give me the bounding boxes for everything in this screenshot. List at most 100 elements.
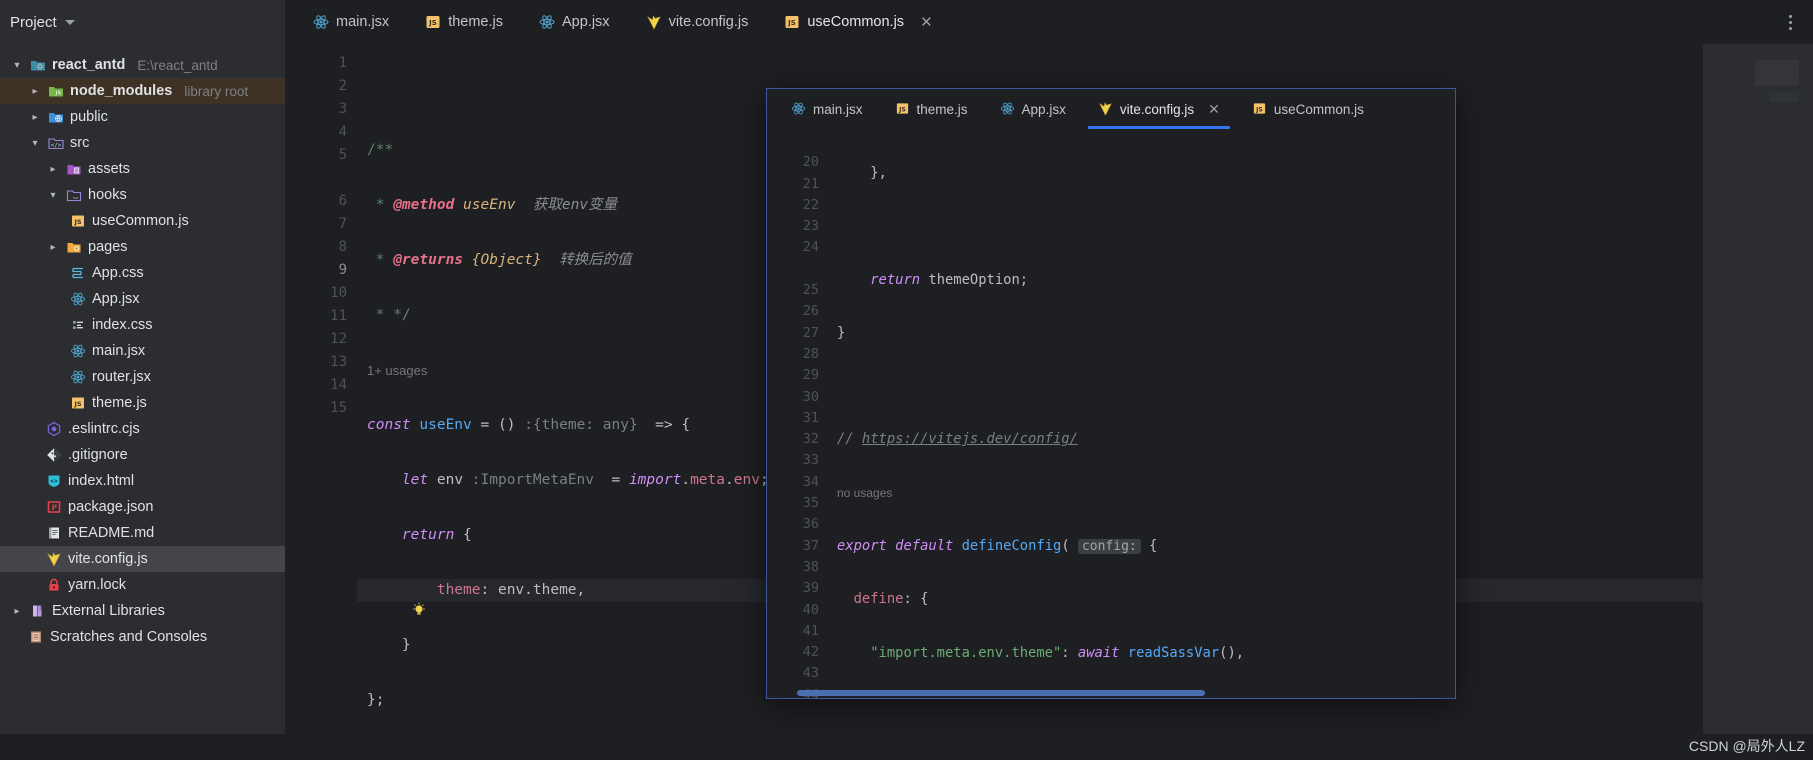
tree-item-label: public bbox=[70, 109, 108, 125]
tree-item-yarn-lock[interactable]: yarn.lock bbox=[0, 572, 285, 598]
project-tree[interactable]: ▾ react_antd E:\react_antd ▸ JS node_mod… bbox=[0, 44, 285, 760]
tab-vite-config-js[interactable]: vite.config.js bbox=[628, 0, 767, 44]
close-icon[interactable]: ✕ bbox=[920, 15, 933, 30]
more-options-icon[interactable] bbox=[1775, 14, 1805, 30]
js-icon: JS bbox=[425, 14, 441, 30]
tree-item-eslintrc-cjs[interactable]: .eslintrc.cjs bbox=[0, 416, 285, 442]
chevron-right-icon[interactable]: ▸ bbox=[46, 242, 60, 253]
chevron-right-icon[interactable]: ▸ bbox=[46, 164, 60, 175]
tree-item-main-jsx[interactable]: main.jsx bbox=[0, 338, 285, 364]
line-number: 39 bbox=[802, 580, 819, 597]
chevron-right-icon[interactable]: ▸ bbox=[28, 112, 42, 123]
tree-item-label: node_modules bbox=[70, 83, 173, 99]
tree-item-node_modules[interactable]: ▸ JS node_modules library root bbox=[0, 78, 285, 104]
tree-item-public[interactable]: ▸ public bbox=[0, 104, 285, 130]
line-number: 23 bbox=[802, 218, 819, 235]
tab-app-jsx[interactable]: App.jsx bbox=[521, 0, 628, 44]
react-icon bbox=[539, 14, 555, 30]
svg-text:JS: JS bbox=[1255, 106, 1263, 113]
svg-text:JS: JS bbox=[898, 106, 906, 113]
line-number: 33 bbox=[802, 452, 819, 469]
tree-item-theme-js[interactable]: JS theme.js bbox=[0, 390, 285, 416]
tree-item-index-css[interactable]: index.css bbox=[0, 312, 285, 338]
line-number: 26 bbox=[802, 303, 819, 320]
line-number: 1 bbox=[338, 55, 347, 71]
src-folder-icon: </> bbox=[48, 135, 64, 151]
tree-item-src[interactable]: ▾ </> src bbox=[0, 130, 285, 156]
popup-tab-label: useCommon.js bbox=[1273, 101, 1364, 117]
popup-tab-vite-config-js[interactable]: vite.config.js ✕ bbox=[1082, 89, 1236, 129]
tree-item-useCommon-js[interactable]: JS useCommon.js bbox=[0, 208, 285, 234]
tree-item-gitignore[interactable]: .gitignore bbox=[0, 442, 285, 468]
tree-item-hooks[interactable]: ▾ hooks bbox=[0, 182, 285, 208]
line-number: 6 bbox=[338, 193, 347, 209]
popup-gutter[interactable]: 20 21 22 23 24 25 26 27 28 29 30 31 32 3… bbox=[767, 129, 829, 698]
project-tool-window-header[interactable]: Project bbox=[0, 0, 285, 44]
line-number: 2 bbox=[338, 78, 347, 94]
chevron-down-icon[interactable]: ▾ bbox=[10, 60, 24, 71]
css-icon bbox=[70, 265, 86, 281]
tree-item-readme-md[interactable]: README.md bbox=[0, 520, 285, 546]
popup-tab-main-jsx[interactable]: main.jsx bbox=[775, 89, 879, 129]
popup-tab-app-jsx[interactable]: App.jsx bbox=[984, 89, 1082, 129]
tree-item-assets[interactable]: ▸ assets bbox=[0, 156, 285, 182]
tab-usecommon-js[interactable]: JS useCommon.js ✕ bbox=[766, 0, 950, 44]
code-line: export default defineConfig( config: { bbox=[837, 538, 1158, 555]
tab-main-jsx[interactable]: main.jsx bbox=[295, 0, 407, 44]
line-number: 41 bbox=[802, 622, 819, 639]
tree-item-label: vite.config.js bbox=[68, 551, 148, 567]
tree-item-router-jsx[interactable]: router.jsx bbox=[0, 364, 285, 390]
popup-tab-theme-js[interactable]: JS theme.js bbox=[879, 89, 984, 129]
react-icon bbox=[1000, 101, 1016, 117]
tree-item-label: index.html bbox=[68, 473, 135, 489]
js-icon: JS bbox=[1252, 101, 1268, 117]
tree-item-label: hooks bbox=[88, 187, 127, 203]
floating-window-editor[interactable]: 20 21 22 23 24 25 26 27 28 29 30 31 32 3… bbox=[767, 129, 1455, 698]
tree-item-label: theme.js bbox=[92, 395, 147, 411]
tree-item-vite-config-js[interactable]: vite.config.js bbox=[0, 546, 285, 572]
chevron-right-icon[interactable]: ▸ bbox=[28, 86, 42, 97]
chevron-down-icon[interactable] bbox=[64, 19, 75, 25]
tree-item-label: pages bbox=[88, 239, 128, 255]
scratches-icon bbox=[28, 629, 44, 645]
tree-item-external-libraries[interactable]: ▸ External Libraries bbox=[0, 598, 285, 624]
close-icon[interactable]: ✕ bbox=[1208, 101, 1220, 118]
line-number: 15 bbox=[330, 400, 347, 416]
line-number: 29 bbox=[802, 367, 819, 384]
tree-item-App-jsx[interactable]: App.jsx bbox=[0, 286, 285, 312]
intention-bulb-icon[interactable] bbox=[411, 602, 427, 618]
tree-item-label: router.jsx bbox=[92, 369, 151, 385]
tab-theme-js[interactable]: JS theme.js bbox=[407, 0, 521, 44]
floating-window-tabs: main.jsx JS theme.js App.jsx vite.config… bbox=[767, 89, 1455, 129]
horizontal-scrollbar[interactable] bbox=[797, 690, 1455, 698]
hooks-folder-icon bbox=[66, 187, 82, 203]
popup-code[interactable]: }, return themeOption; } // https://vite… bbox=[829, 129, 1455, 698]
chevron-right-icon[interactable]: ▸ bbox=[10, 606, 24, 617]
popup-tab-usecommon-js[interactable]: JS useCommon.js bbox=[1236, 89, 1380, 129]
tree-item-index-html[interactable]: <> index.html bbox=[0, 468, 285, 494]
markdown-icon bbox=[46, 525, 62, 541]
js-icon: JS bbox=[70, 395, 86, 411]
line-number: 36 bbox=[802, 516, 819, 533]
popup-tab-label: vite.config.js bbox=[1119, 101, 1195, 117]
line-number: 32 bbox=[802, 431, 819, 448]
tree-item-package-json[interactable]: package.json bbox=[0, 494, 285, 520]
line-number: 28 bbox=[802, 345, 819, 362]
chevron-down-icon[interactable]: ▾ bbox=[28, 138, 42, 149]
tree-item-label: yarn.lock bbox=[68, 577, 127, 593]
floating-editor-window[interactable]: main.jsx JS theme.js App.jsx vite.config… bbox=[766, 88, 1456, 699]
chevron-down-icon[interactable]: ▾ bbox=[46, 190, 60, 201]
vite-icon bbox=[646, 14, 662, 30]
tree-item-scratches-and-consoles[interactable]: Scratches and Consoles bbox=[0, 624, 285, 650]
tree-item-pages[interactable]: ▸ pages bbox=[0, 234, 285, 260]
git-icon bbox=[46, 447, 62, 463]
editor-tabs: main.jsx JS theme.js App.jsx vite.config… bbox=[285, 0, 1813, 44]
svg-text:JS: JS bbox=[73, 218, 81, 226]
tree-item-react_antd[interactable]: ▾ react_antd E:\react_antd bbox=[0, 52, 285, 78]
tree-item-App-css[interactable]: App.css bbox=[0, 260, 285, 286]
code-line: // https://vitejs.dev/config/ bbox=[837, 431, 1078, 448]
tree-item-label: package.json bbox=[68, 499, 154, 515]
editor-gutter[interactable]: 1 2 3 4 5 6 7 8 9 10 11 12 13 14 15 bbox=[285, 44, 357, 760]
code-line: } bbox=[837, 324, 846, 341]
